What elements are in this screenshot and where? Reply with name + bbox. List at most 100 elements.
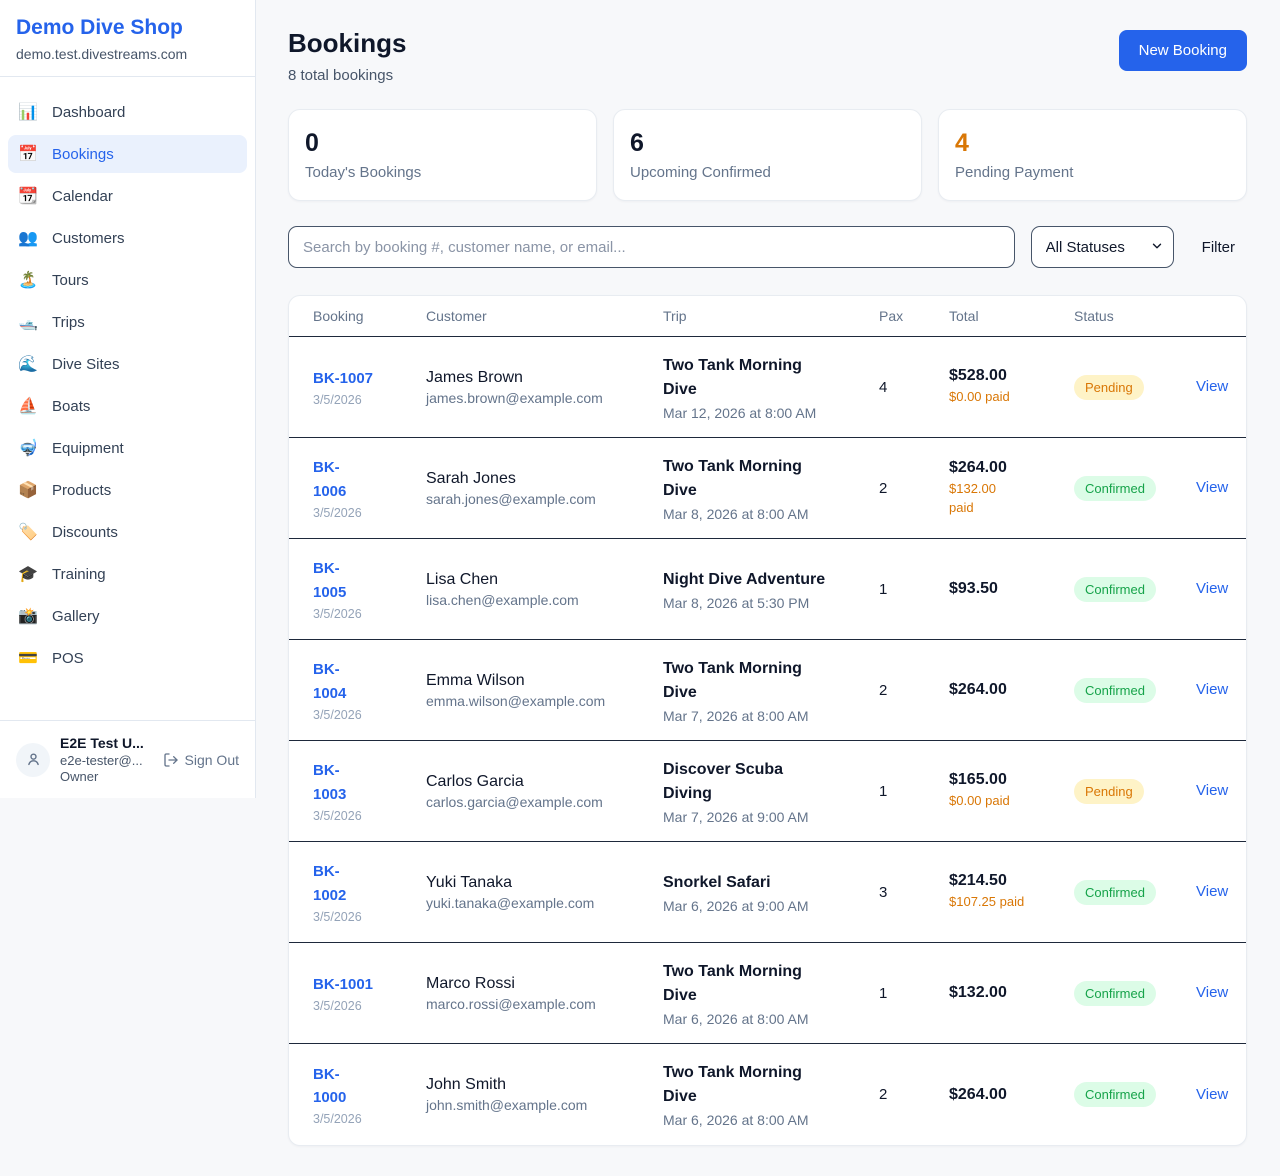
view-link[interactable]: View [1196, 681, 1228, 698]
sidebar-item-boats[interactable]: ⛵ Boats [8, 387, 247, 425]
sidebar-item-bookings[interactable]: 📅 Bookings [8, 135, 247, 173]
sidebar-item-equipment[interactable]: 🤿 Equipment [8, 429, 247, 467]
booking-id-link[interactable]: BK- 1002 [313, 860, 346, 907]
table-row: BK- 1005 3/5/2026 Lisa Chen lisa.chen@ex… [289, 539, 1246, 640]
table-row: BK- 1002 3/5/2026 Yuki Tanaka yuki.tanak… [289, 842, 1246, 943]
pax-count: 2 [879, 1086, 949, 1103]
booking-id-link[interactable]: BK-1001 [313, 973, 373, 996]
view-link[interactable]: View [1196, 378, 1228, 395]
booking-id-link[interactable]: BK- 1000 [313, 1063, 346, 1110]
sidebar-item-label: Discounts [52, 524, 118, 541]
sidebar-item-label: Customers [52, 230, 125, 247]
brand-block: Demo Dive Shop demo.test.divestreams.com [0, 0, 255, 77]
stat-label: Today's Bookings [305, 164, 580, 181]
table-row: BK- 1003 3/5/2026 Carlos Garcia carlos.g… [289, 741, 1246, 842]
customer-email: emma.wilson@example.com [426, 693, 649, 709]
bookings-table: Booking Customer Trip Pax Total Status B… [288, 295, 1247, 1146]
status-badge: Pending [1074, 375, 1144, 400]
status-select[interactable]: All Statuses [1031, 226, 1174, 268]
filter-button[interactable]: Filter [1190, 231, 1247, 264]
booking-date: 3/5/2026 [313, 1112, 412, 1126]
booking-id-link[interactable]: BK- 1004 [313, 658, 346, 705]
sidebar-item-dashboard[interactable]: 📊 Dashboard [8, 93, 247, 131]
sidebar-item-training[interactable]: 🎓 Training [8, 555, 247, 593]
pax-count: 2 [879, 480, 949, 497]
table-row: BK- 1004 3/5/2026 Emma Wilson emma.wilso… [289, 640, 1246, 741]
customer-email: carlos.garcia@example.com [426, 794, 649, 810]
main-content: Bookings 8 total bookings New Booking 0 … [256, 0, 1280, 1176]
table-header-row: Booking Customer Trip Pax Total Status [289, 296, 1246, 337]
column-header-trip: Trip [663, 308, 879, 324]
customer-name: Carlos Garcia [426, 773, 649, 791]
customer-name: Emma Wilson [426, 672, 649, 690]
sidebar-item-label: Dive Sites [52, 356, 120, 373]
sailboat-icon: ⛵ [18, 396, 38, 416]
trip-datetime: Mar 7, 2026 at 9:00 AM [663, 809, 865, 825]
sidebar: Demo Dive Shop demo.test.divestreams.com… [0, 0, 256, 798]
sign-out-button[interactable]: Sign Out [163, 752, 239, 768]
sidebar-item-dive-sites[interactable]: 🌊 Dive Sites [8, 345, 247, 383]
trip-datetime: Mar 6, 2026 at 9:00 AM [663, 898, 865, 914]
booking-date: 3/5/2026 [313, 393, 412, 407]
calendar-icon: 📅 [18, 144, 38, 164]
view-link[interactable]: View [1196, 782, 1228, 799]
user-name: E2E Test U... [60, 735, 153, 751]
sidebar-item-customers[interactable]: 👥 Customers [8, 219, 247, 257]
sign-out-icon [163, 752, 179, 768]
page-header: Bookings 8 total bookings New Booking [288, 28, 1247, 84]
view-link[interactable]: View [1196, 580, 1228, 597]
trip-name: Night Dive Adventure [663, 568, 865, 592]
brand-domain: demo.test.divestreams.com [16, 46, 239, 62]
sidebar-item-products[interactable]: 📦 Products [8, 471, 247, 509]
sidebar-item-trips[interactable]: 🛥️ Trips [8, 303, 247, 341]
brand-name[interactable]: Demo Dive Shop [16, 16, 239, 40]
total-amount: $264.00 [949, 459, 1060, 477]
user-email: e2e-tester@... [60, 753, 153, 768]
sidebar-item-gallery[interactable]: 📸 Gallery [8, 597, 247, 635]
trip-name: Two Tank Morning Dive [663, 960, 865, 1008]
search-input[interactable] [288, 226, 1015, 268]
view-link[interactable]: View [1196, 479, 1228, 496]
booking-id-link[interactable]: BK- 1006 [313, 456, 346, 503]
view-link[interactable]: View [1196, 883, 1228, 900]
trip-datetime: Mar 6, 2026 at 8:00 AM [663, 1112, 865, 1128]
status-badge: Confirmed [1074, 476, 1156, 501]
sidebar-item-label: Training [52, 566, 106, 583]
trip-datetime: Mar 12, 2026 at 8:00 AM [663, 405, 865, 421]
pax-count: 1 [879, 581, 949, 598]
view-link[interactable]: View [1196, 984, 1228, 1001]
filter-row: All Statuses Filter [288, 226, 1247, 268]
trip-datetime: Mar 8, 2026 at 8:00 AM [663, 506, 865, 522]
sidebar-item-tours[interactable]: 🏝️ Tours [8, 261, 247, 299]
customer-name: Sarah Jones [426, 470, 649, 488]
tag-icon: 🏷️ [18, 522, 38, 542]
table-row: BK- 1006 3/5/2026 Sarah Jones sarah.jone… [289, 438, 1246, 539]
page-subtitle: 8 total bookings [288, 67, 406, 84]
booking-id-link[interactable]: BK- 1003 [313, 759, 346, 806]
sidebar-item-pos[interactable]: 💳 POS [8, 639, 247, 677]
view-link[interactable]: View [1196, 1086, 1228, 1103]
booking-date: 3/5/2026 [313, 708, 412, 722]
total-amount: $165.00 [949, 771, 1060, 789]
trip-datetime: Mar 6, 2026 at 8:00 AM [663, 1011, 865, 1027]
sidebar-item-calendar[interactable]: 📆 Calendar [8, 177, 247, 215]
total-amount: $93.50 [949, 580, 1060, 598]
sidebar-item-label: Calendar [52, 188, 113, 205]
new-booking-button[interactable]: New Booking [1119, 30, 1247, 71]
sidebar-item-label: Boats [52, 398, 90, 415]
trip-name: Two Tank Morning Dive [663, 657, 865, 705]
customer-name: John Smith [426, 1076, 649, 1094]
customer-email: sarah.jones@example.com [426, 491, 649, 507]
booking-date: 3/5/2026 [313, 910, 412, 924]
pax-count: 1 [879, 985, 949, 1002]
status-badge: Pending [1074, 779, 1144, 804]
booking-id-link[interactable]: BK- 1005 [313, 557, 346, 604]
total-amount: $214.50 [949, 872, 1060, 890]
customer-name: Yuki Tanaka [426, 874, 649, 892]
sidebar-item-label: Dashboard [52, 104, 125, 121]
sidebar-item-label: Products [52, 482, 111, 499]
stat-card: 4 Pending Payment [938, 109, 1247, 201]
sidebar-item-discounts[interactable]: 🏷️ Discounts [8, 513, 247, 551]
package-icon: 📦 [18, 480, 38, 500]
booking-id-link[interactable]: BK-1007 [313, 367, 373, 390]
